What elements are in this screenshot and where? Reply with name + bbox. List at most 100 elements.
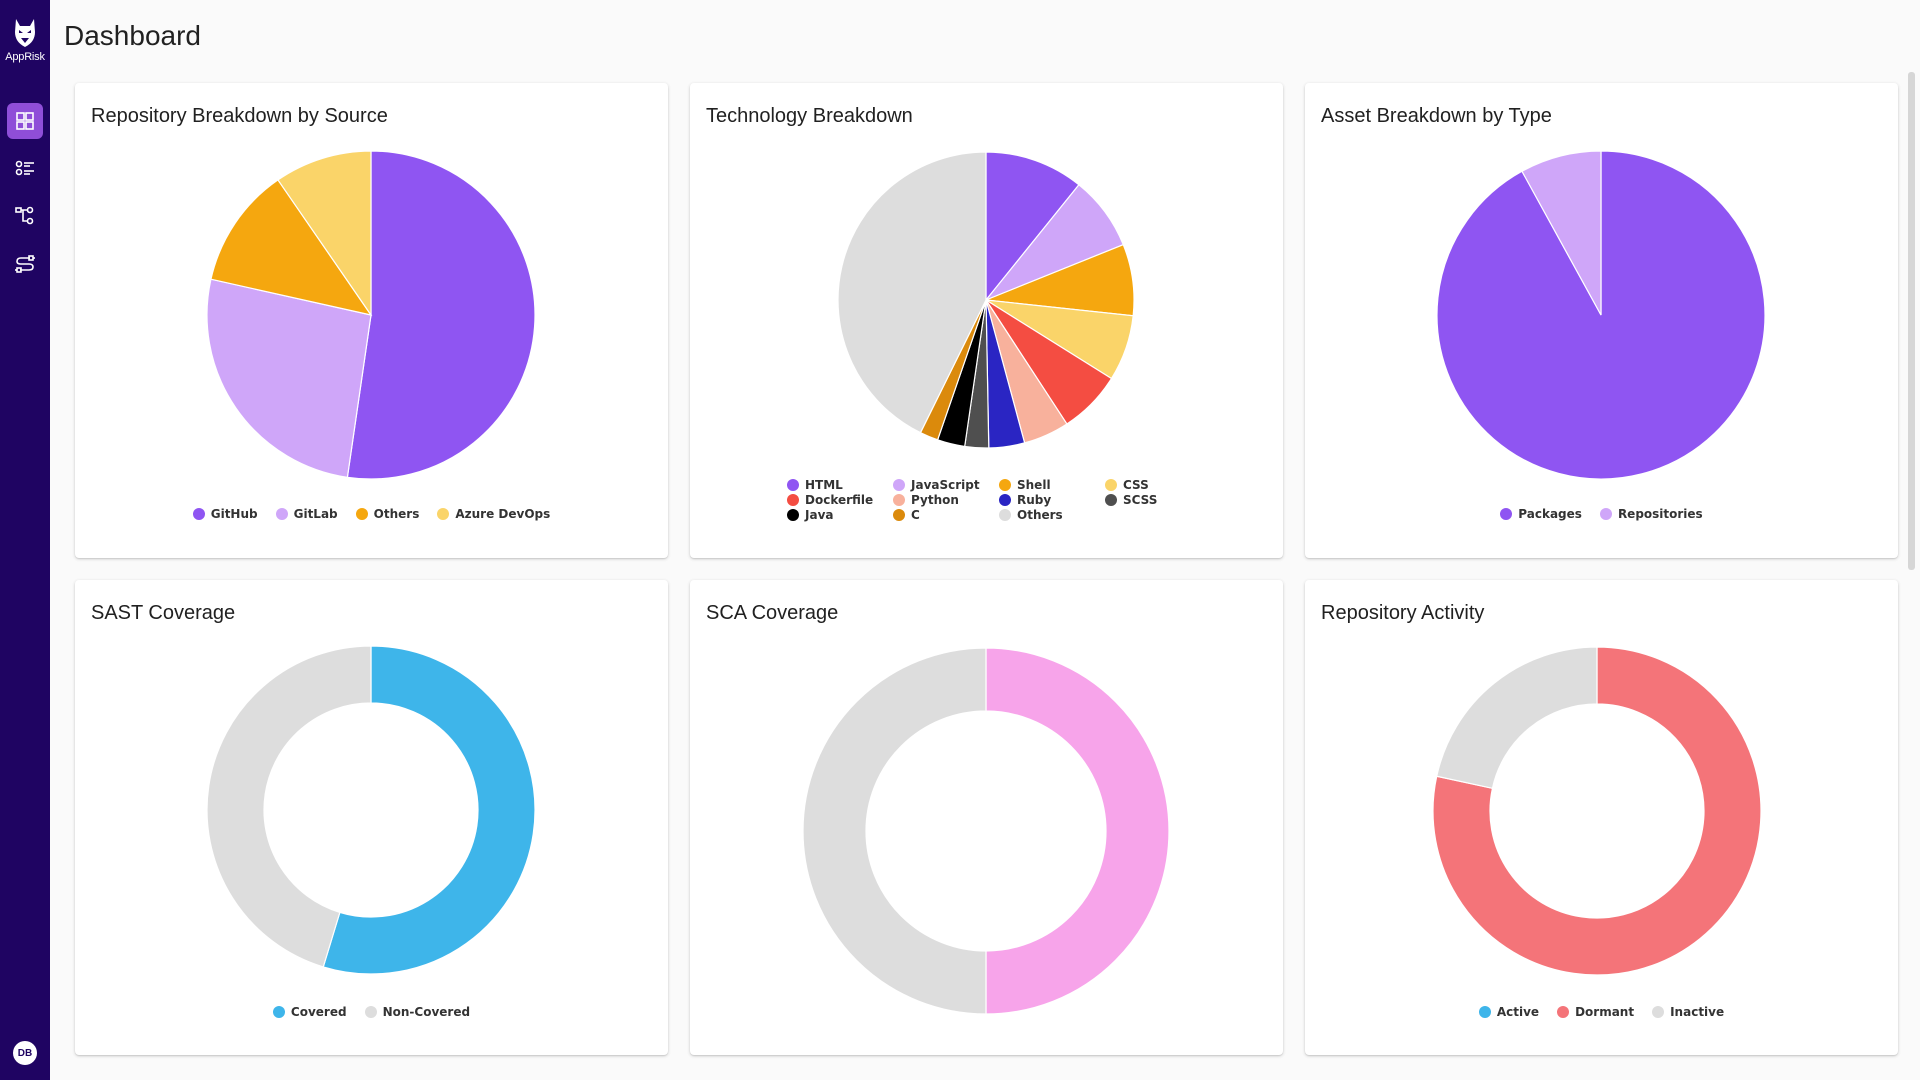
hierarchy-icon bbox=[15, 206, 34, 225]
legend-label: GitHub bbox=[210, 507, 258, 521]
legend-dot bbox=[999, 493, 1011, 506]
legend-label: Repositories bbox=[1617, 507, 1703, 521]
legend-label: Active bbox=[1496, 1005, 1540, 1019]
pie-chart-asset-type bbox=[1436, 150, 1766, 480]
slice-github[interactable] bbox=[346, 150, 536, 480]
legend-label: Python bbox=[911, 492, 959, 507]
legend-label: Dormant bbox=[1575, 1005, 1635, 1019]
legend-item-python[interactable]: Python bbox=[893, 492, 999, 507]
legend-label: Packages bbox=[1518, 507, 1582, 521]
legend-label: Non-Covered bbox=[382, 1005, 471, 1019]
legend-item-gitlab[interactable]: GitLab bbox=[275, 507, 338, 521]
legend-dot bbox=[437, 508, 450, 520]
legend-label: GitLab bbox=[293, 507, 338, 521]
legend-item-dockerfile[interactable]: Dockerfile bbox=[787, 492, 893, 507]
legend-label: Covered bbox=[290, 1005, 347, 1019]
list-icon bbox=[15, 160, 34, 176]
legend-item-github[interactable]: GitHub bbox=[192, 507, 258, 521]
pie-chart-repository-source bbox=[206, 150, 536, 480]
legend-dot bbox=[1599, 508, 1612, 520]
legend-dot bbox=[1105, 478, 1117, 491]
wolf-logo-icon bbox=[15, 19, 35, 47]
chart-legend: GitHub GitLab Others Azure DevOps bbox=[75, 507, 668, 521]
card-sast-coverage: SAST Coverage Covered Non-Covered bbox=[75, 580, 668, 1055]
legend-label: Ruby bbox=[1017, 492, 1052, 507]
legend-item-azure-devops[interactable]: Azure DevOps bbox=[437, 507, 550, 521]
page-title: Dashboard bbox=[64, 20, 201, 51]
legend-dot bbox=[999, 508, 1011, 521]
legend-dot bbox=[787, 493, 799, 506]
legend-label: JavaScript bbox=[911, 477, 980, 492]
legend-label: CSS bbox=[1123, 477, 1149, 492]
legend-label: HTML bbox=[805, 477, 843, 492]
legend-label: Java bbox=[805, 507, 834, 522]
card-sca-coverage: SCA Coverage bbox=[690, 580, 1283, 1055]
legend-item-c[interactable]: C bbox=[893, 507, 999, 522]
chart-legend: Active Dormant Inactive bbox=[1305, 1005, 1898, 1019]
legend-dot bbox=[275, 508, 288, 520]
legend-label: Shell bbox=[1017, 477, 1051, 492]
slice-covered[interactable] bbox=[985, 647, 1170, 1015]
legend-dot bbox=[999, 478, 1011, 491]
legend-dot bbox=[1500, 508, 1513, 520]
legend-item-shell[interactable]: Shell bbox=[999, 477, 1105, 492]
legend-dot bbox=[893, 508, 905, 521]
legend-item-scss[interactable]: SCSS bbox=[1105, 492, 1185, 507]
sidebar-item-hierarchy[interactable] bbox=[7, 198, 43, 234]
sidebar-item-dashboard[interactable] bbox=[7, 103, 43, 139]
legend-item-active[interactable]: Active bbox=[1478, 1005, 1540, 1019]
chart-legend: HTML JavaScript Shell CSS Dockerfile Python Ru… bbox=[787, 477, 1185, 522]
legend-item-others[interactable]: Others bbox=[355, 507, 420, 521]
legend-label: SCSS bbox=[1123, 492, 1158, 507]
legend-dot bbox=[192, 508, 205, 520]
legend-dot bbox=[1557, 1006, 1570, 1018]
integrations-icon bbox=[15, 255, 35, 273]
sidebar: AppRisk DB bbox=[0, 0, 50, 1080]
legend-item-html[interactable]: HTML bbox=[787, 477, 893, 492]
slice-non-covered[interactable] bbox=[802, 647, 987, 1015]
legend-label: Azure DevOps bbox=[455, 507, 551, 521]
app-logo[interactable]: AppRisk bbox=[0, 18, 50, 63]
legend-item-others[interactable]: Others bbox=[999, 507, 1105, 522]
donut-chart-repository-activity bbox=[1432, 646, 1762, 976]
legend-item-non-covered[interactable]: Non-Covered bbox=[364, 1005, 471, 1019]
chart-legend: Packages Repositories bbox=[1305, 507, 1898, 521]
card-technology-breakdown: Technology Breakdown HTML JavaScript Shell… bbox=[690, 83, 1283, 558]
slice-inactive[interactable] bbox=[1436, 646, 1598, 790]
chart-legend: Covered Non-Covered bbox=[75, 1005, 668, 1019]
dashboard-grid-icon bbox=[16, 112, 34, 130]
legend-item-javascript[interactable]: JavaScript bbox=[893, 477, 999, 492]
legend-item-packages[interactable]: Packages bbox=[1500, 507, 1582, 521]
legend-label: C bbox=[911, 507, 920, 522]
legend-dot bbox=[272, 1006, 285, 1018]
legend-label: Inactive bbox=[1670, 1005, 1725, 1019]
legend-dot bbox=[1652, 1006, 1665, 1018]
legend-dot bbox=[1478, 1006, 1491, 1018]
legend-label: Others bbox=[1017, 507, 1063, 522]
legend-item-ruby[interactable]: Ruby bbox=[999, 492, 1105, 507]
legend-dot bbox=[1105, 493, 1117, 506]
sidebar-item-list[interactable] bbox=[7, 150, 43, 186]
legend-item-css[interactable]: CSS bbox=[1105, 477, 1185, 492]
user-avatar[interactable]: DB bbox=[13, 1041, 37, 1065]
donut-chart-sast bbox=[206, 645, 536, 975]
app-name: AppRisk bbox=[5, 51, 45, 63]
sidebar-item-integrations[interactable] bbox=[7, 246, 43, 282]
legend-dot bbox=[893, 493, 905, 506]
legend-label: Others bbox=[373, 507, 420, 521]
legend-item-inactive[interactable]: Inactive bbox=[1652, 1005, 1724, 1019]
legend-item-java[interactable]: Java bbox=[787, 507, 893, 522]
legend-dot bbox=[355, 508, 368, 520]
legend-dot bbox=[787, 478, 799, 491]
legend-item-dormant[interactable]: Dormant bbox=[1557, 1005, 1634, 1019]
card-repository-activity: Repository Activity Active Dormant Inactiv… bbox=[1305, 580, 1898, 1055]
legend-dot bbox=[893, 478, 905, 491]
donut-chart-sca bbox=[802, 647, 1170, 1015]
legend-dot bbox=[364, 1006, 377, 1018]
legend-item-repositories[interactable]: Repositories bbox=[1599, 507, 1703, 521]
card-asset-breakdown: Asset Breakdown by Type Packages Reposito… bbox=[1305, 83, 1898, 558]
legend-dot bbox=[787, 508, 799, 521]
vertical-scrollbar[interactable] bbox=[1908, 72, 1915, 570]
legend-item-covered[interactable]: Covered bbox=[272, 1005, 347, 1019]
card-repository-breakdown: Repository Breakdown by Source GitHub Git… bbox=[75, 83, 668, 558]
